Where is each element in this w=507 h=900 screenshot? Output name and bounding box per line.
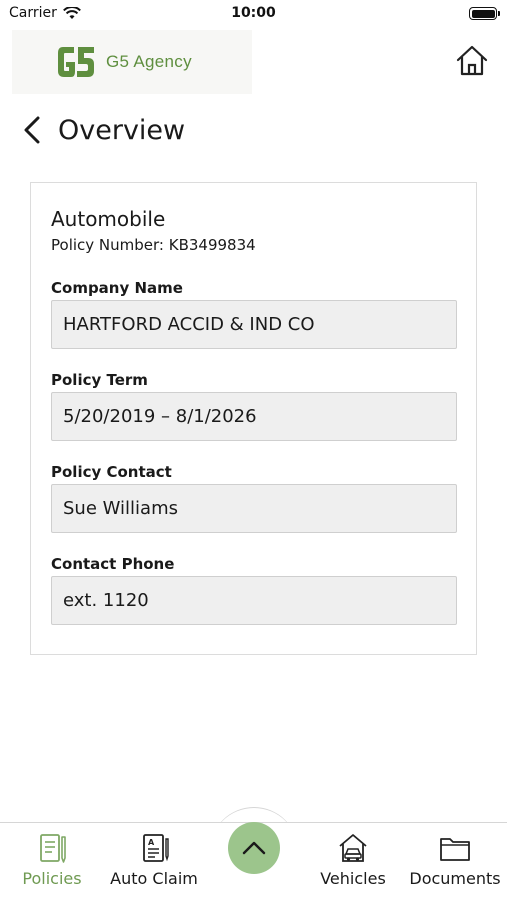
tab-auto-claim[interactable]: A Auto Claim (108, 823, 200, 900)
policies-icon (40, 834, 66, 863)
policy-type: Automobile (51, 207, 166, 231)
home-icon (456, 45, 488, 76)
company-name-field: HARTFORD ACCID & IND CO (51, 300, 457, 349)
auto-claim-icon: A (143, 834, 169, 862)
battery-icon (469, 7, 500, 20)
expand-menu-button[interactable] (228, 822, 280, 874)
status-time: 10:00 (231, 5, 276, 21)
chevron-left-icon (24, 116, 40, 144)
svg-text:A: A (148, 838, 155, 847)
tab-policies[interactable]: Policies (14, 823, 90, 900)
vehicles-icon (339, 834, 367, 862)
tab-label: Policies (22, 869, 82, 888)
brand-logo: G5 Agency (12, 30, 252, 94)
contact-phone-label: Contact Phone (51, 555, 175, 573)
policy-contact-label: Policy Contact (51, 463, 172, 481)
tab-label: Documents (409, 869, 501, 888)
documents-icon (440, 838, 470, 861)
page-title: Overview (58, 114, 186, 146)
chevron-up-icon (242, 841, 266, 855)
policy-term-field: 5/20/2019 – 8/1/2026 (51, 392, 457, 441)
contact-phone-field[interactable]: ext. 1120 (51, 576, 457, 625)
tab-label: Vehicles (320, 869, 386, 888)
policy-contact-field: Sue Williams (51, 484, 457, 533)
policy-number: Policy Number: KB3499834 (51, 236, 256, 254)
tab-documents[interactable]: Documents (406, 823, 504, 900)
brand-name: G5 Agency (106, 52, 192, 71)
company-name-label: Company Name (51, 279, 183, 297)
policy-term-label: Policy Term (51, 371, 148, 389)
tab-label: Auto Claim (110, 869, 198, 888)
page-header: Overview (22, 108, 185, 152)
g5-logo-icon (58, 47, 94, 77)
tab-vehicles[interactable]: Vehicles (314, 823, 392, 900)
policy-card: Automobile Policy Number: KB3499834 Comp… (30, 182, 477, 655)
home-button[interactable] (455, 44, 489, 78)
back-button[interactable] (22, 114, 44, 146)
status-bar: Carrier 10:00 (0, 0, 507, 28)
